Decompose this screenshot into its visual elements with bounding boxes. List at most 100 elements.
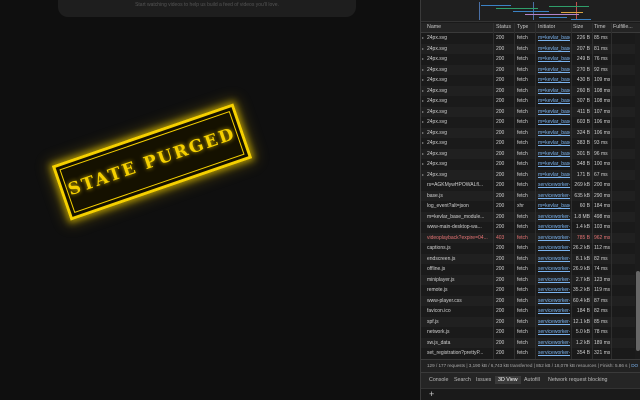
request-type: fetch [517, 150, 528, 157]
request-size: 1.2 kB [575, 339, 590, 346]
request-row[interactable]: m=kevlar_base_module... 200 fetch servicewo… [421, 211, 635, 222]
expand-triangle-icon[interactable]: ▸ [422, 46, 424, 51]
tab-network-request-blocking[interactable]: Network request blocking [548, 377, 607, 383]
expand-triangle-icon[interactable]: ▸ [422, 77, 424, 82]
request-row[interactable]: sw.js_data 200 fetch serviceworker-k... 1.2 … [421, 337, 635, 348]
column-header-time[interactable]: Time [594, 24, 606, 30]
request-initiator[interactable]: serviceworker-k... [538, 182, 570, 188]
tab-3d-view[interactable]: 3D View [495, 376, 521, 384]
column-header-type[interactable]: Type [517, 24, 528, 30]
column-header-fulfilled-by[interactable]: Fulfille... [613, 24, 637, 30]
request-row[interactable]: ▸24px.svg 200 fetch m=kevlar_base... 324 B 10… [421, 127, 635, 138]
network-overview-timeline[interactable] [421, 0, 640, 22]
request-initiator[interactable]: m=kevlar_base... [538, 203, 570, 209]
request-initiator[interactable]: serviceworker-k... [538, 193, 570, 199]
tab-issues[interactable]: Issues [476, 377, 491, 383]
request-time: 78 ms [594, 329, 608, 335]
request-initiator[interactable]: serviceworker-k... [538, 256, 570, 262]
request-initiator[interactable]: serviceworker-k... [538, 277, 570, 283]
expand-triangle-icon[interactable]: ▸ [422, 172, 424, 177]
expand-triangle-icon[interactable]: ▸ [422, 56, 424, 61]
request-row[interactable]: ▸24px.svg 200 fetch m=kevlar_base... 171 B 67… [421, 169, 635, 180]
scrollbar-thumb[interactable] [636, 271, 640, 351]
request-row[interactable]: ▸24px.svg 200 fetch m=kevlar_base... 603 B 10… [421, 117, 635, 128]
expand-triangle-icon[interactable]: ▸ [422, 161, 424, 166]
request-initiator[interactable]: m=kevlar_base... [538, 140, 570, 146]
expand-triangle-icon[interactable]: ▸ [422, 88, 424, 93]
expand-triangle-icon[interactable]: ▸ [422, 130, 424, 135]
request-row[interactable]: base.js 200 fetch serviceworker-k... 635 kB 2… [421, 190, 635, 201]
request-row[interactable]: network.js 200 fetch serviceworker-k... 5.0 … [421, 327, 635, 338]
status-link[interactable]: DO [631, 363, 638, 368]
request-initiator[interactable]: serviceworker-k... [538, 214, 570, 220]
request-row[interactable]: ▸24px.svg 200 fetch m=kevlar_base... 260 B 10… [421, 85, 635, 96]
request-initiator[interactable]: m=kevlar_base... [538, 130, 570, 136]
column-header-status[interactable]: Status [496, 24, 511, 30]
request-initiator[interactable]: serviceworker-k... [538, 245, 570, 251]
column-header-initiator[interactable]: Initiator [538, 24, 555, 30]
request-initiator[interactable]: serviceworker-k... [538, 287, 570, 293]
request-initiator[interactable]: m=kevlar_base... [538, 56, 570, 62]
request-initiator[interactable]: m=kevlar_base... [538, 172, 570, 178]
column-header-size[interactable]: Size [573, 24, 583, 30]
request-initiator[interactable]: m=kevlar_base... [538, 151, 570, 157]
request-row[interactable]: www-player.css 200 fetch serviceworker-k...… [421, 295, 635, 306]
expand-triangle-icon[interactable]: ▸ [422, 67, 424, 72]
request-row[interactable]: ▸24px.svg 200 fetch m=kevlar_base... 301 B 96… [421, 148, 635, 159]
tab-search[interactable]: Search [454, 377, 471, 383]
expand-triangle-icon[interactable]: ▸ [422, 35, 424, 40]
request-initiator[interactable]: serviceworker-k... [538, 298, 570, 304]
request-row[interactable]: ▸24px.svg 200 fetch m=kevlar_base... 207 B 81… [421, 43, 635, 54]
request-row[interactable]: ▸24px.svg 200 fetch m=kevlar_base... 270 B 92… [421, 64, 635, 75]
request-initiator[interactable]: m=kevlar_base... [538, 119, 570, 125]
request-row[interactable]: endscreen.js 200 fetch serviceworker-k... 8.… [421, 253, 635, 264]
request-size: 603 B [576, 119, 590, 125]
request-row[interactable]: rs=AGKMywHPOWALfl... 200 fetch serviceworke… [421, 180, 635, 191]
request-row[interactable]: spf.js 200 fetch serviceworker-k...12.1 kB 8… [421, 316, 635, 327]
expand-triangle-icon[interactable]: ▸ [422, 98, 424, 103]
request-row[interactable]: offline.js 200 fetch serviceworker-k...26.9… [421, 264, 635, 275]
request-row[interactable]: ▸24px.svg 200 fetch m=kevlar_base... 411 B 10… [421, 106, 635, 117]
request-row[interactable]: ▸24px.svg 200 fetch m=kevlar_base... 383 B 93… [421, 138, 635, 149]
tab-console[interactable]: Console [429, 377, 448, 383]
request-initiator[interactable]: m=kevlar_base... [538, 109, 570, 115]
request-initiator[interactable]: m=kevlar_base... [538, 35, 570, 41]
request-initiator[interactable]: m=kevlar_base... [538, 46, 570, 52]
request-initiator[interactable]: serviceworker-k... [538, 319, 570, 325]
request-initiator[interactable]: m=kevlar_base... [538, 88, 570, 94]
request-row[interactable]: remote.js 200 fetch serviceworker-k...35.2 … [421, 285, 635, 296]
add-tab-icon[interactable]: + [429, 389, 434, 399]
request-row[interactable]: ▸24px.svg 200 fetch m=kevlar_base... 348 B 10… [421, 159, 635, 170]
request-size: 411 B [577, 108, 590, 115]
request-row[interactable]: ▸24px.svg 200 fetch m=kevlar_base... 226 B 85… [421, 33, 635, 44]
request-row[interactable]: ▸24px.svg 200 fetch m=kevlar_base... 307 B 10… [421, 96, 635, 107]
request-initiator[interactable]: m=kevlar_base... [538, 98, 570, 104]
request-row[interactable]: captions.js 200 fetch serviceworker-k...26.… [421, 243, 635, 254]
column-header-name[interactable]: Name [427, 24, 441, 30]
request-initiator[interactable]: m=kevlar_base... [538, 67, 570, 73]
expand-triangle-icon[interactable]: ▸ [422, 109, 424, 114]
expand-triangle-icon[interactable]: ▸ [422, 151, 424, 156]
request-initiator[interactable]: serviceworker-k... [538, 329, 570, 335]
request-row[interactable]: videoplayback?expire=04... 403 fetch servic… [421, 232, 635, 243]
request-initiator[interactable]: serviceworker-k... [538, 340, 570, 346]
request-list-scrollbar[interactable] [635, 33, 640, 359]
expand-triangle-icon[interactable]: ▸ [422, 119, 424, 124]
request-row[interactable]: set_registration?prettyP... 200 fetch servi… [421, 348, 635, 359]
request-initiator[interactable]: m=kevlar_base... [538, 77, 570, 83]
request-initiator[interactable]: serviceworker-k... [538, 308, 570, 314]
request-row[interactable]: log_event?alt=json 200 xhr m=kevlar_base...… [421, 201, 635, 212]
request-initiator[interactable]: serviceworker-k... [538, 224, 570, 230]
request-row[interactable]: www-main-desktop-wa... 200 fetch servicewor… [421, 222, 635, 233]
request-row[interactable]: ▸24px.svg 200 fetch m=kevlar_base... 249 B 76… [421, 54, 635, 65]
request-initiator[interactable]: serviceworker-k... [538, 235, 570, 241]
request-initiator[interactable]: m=kevlar_base... [538, 161, 570, 167]
tab-autofill[interactable]: Autofill [524, 377, 540, 383]
request-row[interactable]: miniplayer.js 200 fetch serviceworker-k... 2… [421, 274, 635, 285]
request-initiator[interactable]: serviceworker-k... [538, 350, 570, 356]
request-row[interactable]: favicon.ico 200 fetch serviceworker-k... 184… [421, 306, 635, 317]
request-initiator[interactable]: serviceworker-k... [538, 266, 570, 272]
expand-triangle-icon[interactable]: ▸ [422, 140, 424, 145]
request-row[interactable]: ▸24px.svg 200 fetch m=kevlar_base... 430 B 10… [421, 75, 635, 86]
network-request-list[interactable]: ▸24px.svg200fetchm=kevlar_base...226 B85… [421, 33, 635, 359]
